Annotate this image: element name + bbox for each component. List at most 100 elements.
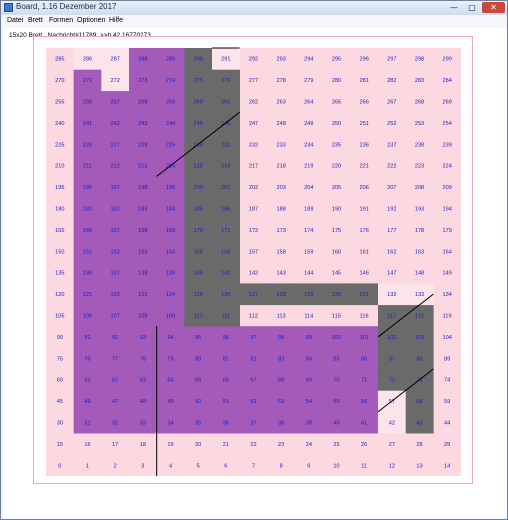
board-cell[interactable]: 56 <box>350 390 379 413</box>
board-cell[interactable]: 90 <box>57 335 63 341</box>
menu-hilfe[interactable]: Hilfe <box>109 17 123 24</box>
board-cell[interactable]: 71 <box>350 369 379 391</box>
board-cell[interactable]: 267 <box>387 100 396 106</box>
board-cell[interactable]: 37 <box>239 411 268 434</box>
board-cell[interactable]: 204 <box>304 185 313 191</box>
board-cell[interactable]: 290 <box>184 48 213 70</box>
board-cell[interactable]: 212 <box>101 155 130 177</box>
board-cell[interactable]: 172 <box>249 228 258 234</box>
board-cell[interactable]: 187 <box>249 207 258 213</box>
board-cell[interactable]: 169 <box>156 219 185 241</box>
board-cell[interactable]: 122 <box>101 283 130 306</box>
board-cell[interactable]: 271 <box>73 69 102 92</box>
board-cell[interactable]: 21 <box>223 442 229 448</box>
board-cell[interactable]: 264 <box>304 100 313 106</box>
board-cell[interactable]: 292 <box>249 57 258 63</box>
board-cell[interactable]: 61 <box>73 369 102 391</box>
board-cell[interactable]: 179 <box>442 228 451 234</box>
board-cell[interactable]: 160 <box>332 249 341 255</box>
board-cell[interactable]: 134 <box>442 292 451 298</box>
board-cell[interactable]: 84 <box>295 347 323 370</box>
board-cell[interactable]: 97 <box>239 326 268 348</box>
board-cell[interactable]: 240 <box>55 121 64 127</box>
menu-optionen[interactable]: Optionen <box>77 17 105 24</box>
board-cell[interactable]: 174 <box>304 228 313 234</box>
board-cell[interactable]: 171 <box>212 219 240 241</box>
board-cell[interactable]: 23 <box>278 442 284 448</box>
board-cell[interactable]: 163 <box>415 249 424 255</box>
board-cell[interactable]: 80 <box>184 347 213 370</box>
board-cell[interactable]: 222 <box>387 164 396 170</box>
board-cell[interactable]: 231 <box>212 133 240 156</box>
board-cell[interactable]: 137 <box>101 262 130 284</box>
board-cell[interactable]: 138 <box>129 262 157 284</box>
board-cell[interactable]: 280 <box>332 78 341 84</box>
board-cell[interactable]: 125 <box>184 283 213 306</box>
board-cell[interactable]: 123 <box>129 283 157 306</box>
board-cell[interactable]: 62 <box>101 369 130 391</box>
board-cell[interactable]: 277 <box>249 78 258 84</box>
board-cell[interactable]: 164 <box>442 249 451 255</box>
board-cell[interactable]: 265 <box>332 100 341 106</box>
board-cell[interactable]: 14 <box>444 463 450 469</box>
board-cell[interactable]: 131 <box>350 283 379 306</box>
board-cell[interactable]: 113 <box>277 314 286 320</box>
board-cell[interactable]: 284 <box>442 78 451 84</box>
board-cell[interactable]: 133 <box>405 283 434 306</box>
board-cell[interactable]: 83 <box>267 347 296 370</box>
board-cell[interactable]: 234 <box>304 142 313 148</box>
board-cell[interactable]: 283 <box>415 78 424 84</box>
board-cell[interactable]: 77 <box>101 347 130 370</box>
board-cell[interactable]: 92 <box>101 326 130 348</box>
board-cell[interactable]: 189 <box>304 207 313 213</box>
board-cell[interactable]: 0 <box>58 463 61 469</box>
board-cell[interactable]: 282 <box>387 78 396 84</box>
board-cell[interactable]: 107 <box>101 304 130 327</box>
board-cell[interactable]: 233 <box>276 142 285 148</box>
board-cell[interactable]: 276 <box>212 69 240 92</box>
board-cell[interactable]: 177 <box>387 228 396 234</box>
board-cell[interactable]: 296 <box>359 57 368 63</box>
board-cell[interactable]: 8 <box>280 463 283 469</box>
board-cell[interactable]: 175 <box>332 228 341 234</box>
board-cell[interactable]: 278 <box>276 78 285 84</box>
board-cell[interactable]: 29 <box>444 442 450 448</box>
board-cell[interactable]: 203 <box>276 185 285 191</box>
board-cell[interactable]: 286 <box>73 48 102 70</box>
board-cell[interactable]: 12 <box>389 463 395 469</box>
board-cell[interactable]: 198 <box>129 176 157 199</box>
board-cell[interactable]: 33 <box>129 411 157 434</box>
board-cell[interactable]: 49 <box>156 390 185 413</box>
board-cell[interactable]: 241 <box>73 112 102 134</box>
board-cell[interactable]: 106 <box>73 304 102 327</box>
board-cell[interactable]: 237 <box>387 142 396 148</box>
board-cell[interactable]: 149 <box>442 271 451 277</box>
menu-datei[interactable]: Datei <box>7 17 23 24</box>
board-cell[interactable]: 269 <box>442 100 451 106</box>
board-cell[interactable]: 17 <box>112 442 118 448</box>
board-cell[interactable]: 68 <box>267 369 296 391</box>
board-cell[interactable]: 159 <box>304 249 313 255</box>
maximize-icon[interactable]: □ <box>463 2 481 13</box>
board-cell[interactable]: 81 <box>212 347 240 370</box>
board-cell[interactable]: 126 <box>212 283 240 306</box>
board-cell[interactable]: 158 <box>276 249 285 255</box>
board-cell[interactable]: 201 <box>212 176 240 199</box>
board-cell[interactable]: 40 <box>322 411 351 434</box>
board-cell[interactable]: 85 <box>322 347 351 370</box>
board-cell[interactable]: 139 <box>156 262 185 284</box>
board-cell[interactable]: 293 <box>276 57 285 63</box>
board-cell[interactable]: 99 <box>295 326 323 348</box>
board-cell[interactable]: 1 <box>86 463 89 469</box>
board-cell[interactable]: 165 <box>55 228 64 234</box>
board-cell[interactable]: 184 <box>156 197 185 220</box>
board-cell[interactable]: 147 <box>387 271 396 277</box>
board-cell[interactable]: 207 <box>387 185 396 191</box>
board-cell[interactable]: 121 <box>73 283 102 306</box>
board-cell[interactable]: 266 <box>359 100 368 106</box>
board-cell[interactable]: 19 <box>167 442 173 448</box>
board-cell[interactable]: 178 <box>415 228 424 234</box>
board-cell[interactable]: 110 <box>184 304 213 327</box>
board-cell[interactable]: 20 <box>195 442 201 448</box>
board-cell[interactable]: 66 <box>212 369 240 391</box>
